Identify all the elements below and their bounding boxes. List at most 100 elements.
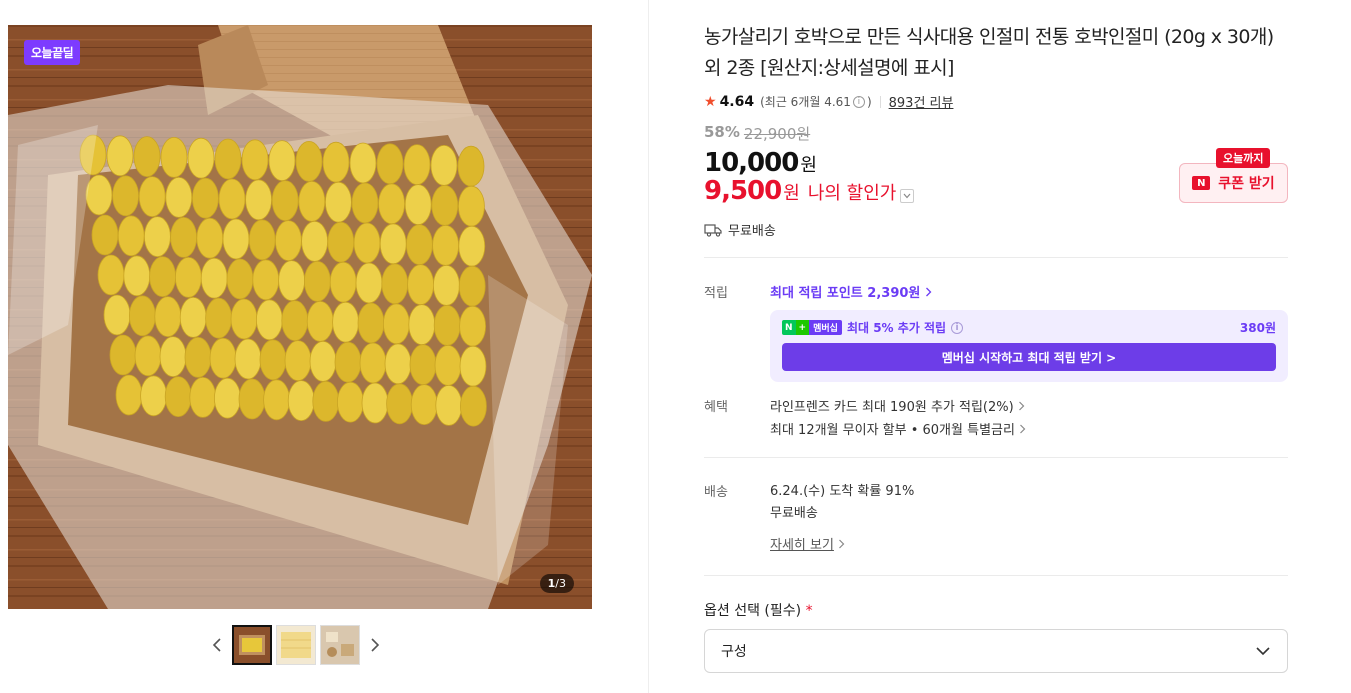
rice-cake [214, 138, 242, 180]
rice-cake [334, 341, 362, 383]
rice-cake [376, 143, 404, 185]
benefit-installment[interactable]: 최대 12개월 무이자 할부 • 60개월 특별금리 [770, 419, 1288, 442]
delivery-section: 배송 6.24.(수) 도착 확률 91% 무료배송 자세히 보기 [704, 481, 1288, 553]
naver-logo-icon: N [1192, 176, 1211, 190]
rice-cake [432, 264, 460, 306]
rice-cake [103, 294, 131, 336]
info-icon[interactable]: i [852, 95, 865, 108]
rice-cake [164, 376, 192, 418]
divider [704, 257, 1288, 258]
rice-cake [154, 296, 182, 338]
rice-cake [149, 256, 177, 298]
rice-cake [241, 139, 269, 181]
rice-cake [160, 136, 188, 178]
rice-cake [268, 140, 296, 182]
rice-cake [459, 385, 487, 427]
product-photo [8, 25, 592, 609]
thumb-next-button[interactable] [364, 625, 386, 665]
rice-cake [140, 375, 168, 417]
rice-cake [458, 265, 486, 307]
rice-cake [209, 337, 237, 379]
rice-cake [405, 224, 433, 266]
rice-cake [378, 183, 406, 225]
rice-cake [274, 220, 302, 262]
rice-cake [459, 345, 487, 387]
rice-cake [259, 339, 287, 381]
thumb-prev-button[interactable] [206, 625, 228, 665]
rice-cake [143, 216, 171, 258]
coupon-area: N 쿠폰 받기 오늘까지 [1179, 148, 1289, 204]
image-page-counter: 1/3 [539, 574, 574, 593]
rice-cake [165, 176, 193, 218]
rice-cake [322, 141, 350, 183]
membership-start-button[interactable]: 멤버십 시작하고 최대 적립 받기 > [782, 343, 1276, 371]
rice-cake [324, 181, 352, 223]
rice-cake [191, 177, 219, 219]
shipping-summary: 무료배송 [704, 220, 1288, 239]
coupon-button[interactable]: N 쿠폰 받기 [1179, 163, 1288, 203]
rice-cake [379, 223, 407, 265]
chevron-right-icon [371, 638, 380, 652]
deal-badge: 오늘끝딜 [24, 40, 81, 65]
recent-rating-close: ) [866, 94, 872, 109]
rice-cake [281, 300, 309, 342]
chevron-right-icon [925, 287, 932, 297]
membership-box: N + 멤버십 최대 5% 추가 적립 i 380원 멤버십 시작하고 최대 적… [770, 310, 1288, 382]
chevron-down-icon [903, 193, 911, 199]
rice-cake [205, 297, 233, 339]
chevron-left-icon [212, 638, 221, 652]
rice-cake [263, 379, 291, 421]
rice-cake [159, 336, 187, 378]
thumbnail-strip [206, 625, 386, 665]
rice-cake [431, 184, 459, 226]
rice-cake [384, 343, 412, 385]
rice-cake [457, 145, 485, 187]
rice-cake [222, 218, 250, 260]
option-select-value: 구성 [721, 644, 747, 660]
points-title-link[interactable]: 최대 적립 포인트 2,390원 [770, 282, 1288, 301]
my-price-dropdown[interactable] [900, 189, 915, 203]
rice-cake [408, 304, 436, 346]
rice-cake [407, 264, 435, 306]
rice-cake [404, 184, 432, 226]
column-divider [648, 0, 649, 693]
thumbnail-1[interactable] [232, 625, 272, 665]
thumbnail-2[interactable] [276, 625, 316, 665]
recent-rating: (최근 6개월 4.61 [760, 95, 851, 109]
review-count-link[interactable]: 893건 리뷰 [889, 92, 954, 111]
rating-score: 4.64 [719, 93, 755, 110]
thumbnail-3[interactable] [320, 625, 360, 665]
benefit-card-points[interactable]: 라인프렌즈 카드 최대 190원 추가 적립(2%) [770, 396, 1288, 419]
discount-percent: 58% [704, 123, 740, 141]
rice-cake [117, 215, 145, 257]
rice-cake [312, 380, 340, 422]
benefits-label: 혜택 [704, 400, 728, 415]
sale-price-unit: 원 [800, 155, 817, 176]
rice-cake [432, 224, 460, 266]
rice-cake [112, 175, 139, 217]
rice-cake [226, 258, 254, 300]
original-price: 22,900원 [743, 125, 811, 143]
product-info-panel: 농가살리기 호박으로 만든 식사대용 인절미 전통 호박인절미 (20g x 3… [704, 22, 1288, 673]
delivery-label: 배송 [704, 485, 728, 500]
coupon-deadline-tag: 오늘까지 [1216, 148, 1271, 168]
rice-cake [403, 144, 431, 186]
rice-cake [410, 384, 438, 426]
delivery-detail-link[interactable]: 자세히 보기 [770, 534, 1288, 553]
my-price-value: 9,500 [704, 176, 782, 206]
rice-cake [200, 257, 228, 299]
option-select[interactable]: 구성 [704, 629, 1288, 673]
product-main-image[interactable]: 오늘끝딜 1/3 [8, 25, 592, 609]
rice-cake [133, 136, 161, 178]
rice-cake [382, 303, 410, 345]
rice-cake [115, 374, 143, 416]
rice-cake [187, 137, 215, 179]
options-section: 옵션 선택 (필수) * 구성 [704, 600, 1288, 673]
info-icon[interactable]: i [951, 321, 964, 334]
rice-cake [433, 304, 461, 346]
rice-cake [309, 340, 337, 382]
separator [879, 95, 881, 108]
rice-cake [355, 262, 383, 304]
rice-cake [213, 377, 241, 419]
rice-cake [459, 305, 487, 347]
